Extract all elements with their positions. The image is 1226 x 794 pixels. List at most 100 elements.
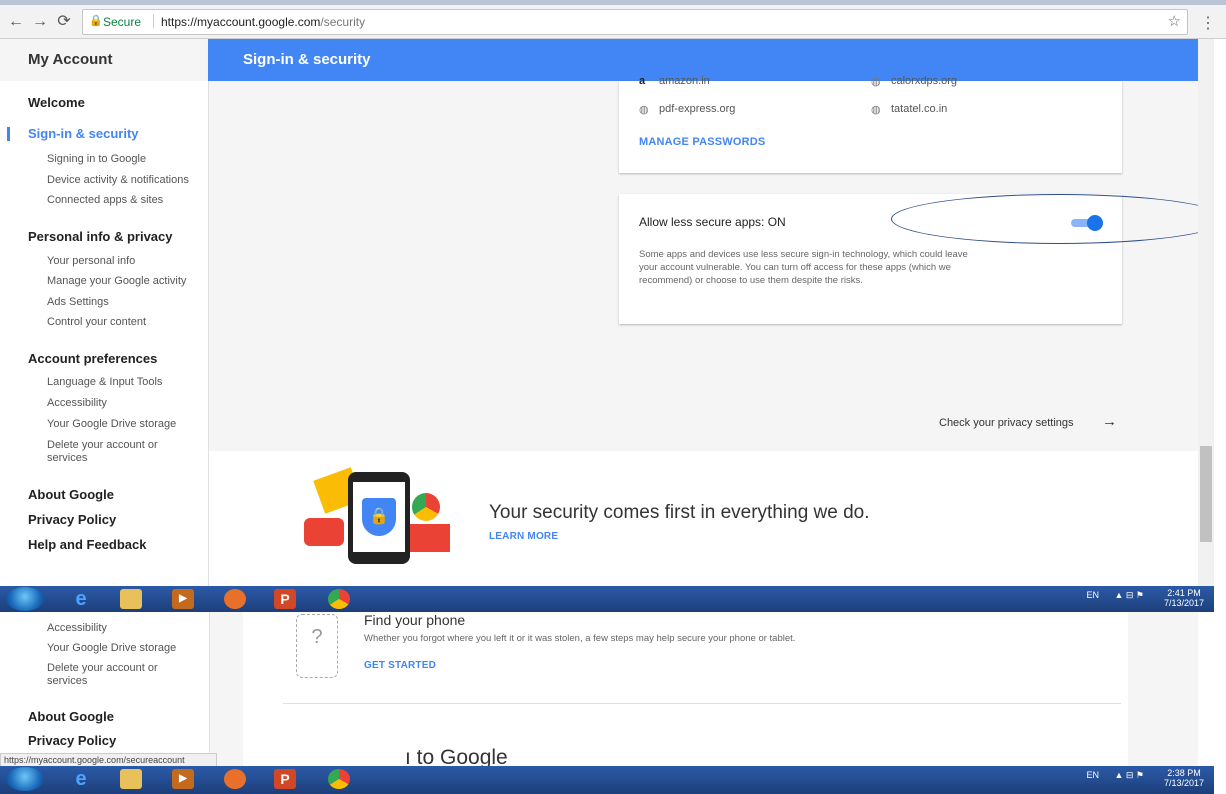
tray-icons[interactable]: ▲ ⊟ ⚑ <box>1114 590 1144 601</box>
arrow-right-icon[interactable]: → <box>1102 413 1117 430</box>
saved-passwords-card: a amazon.in ◍ calorxdps.org ◍ pdf-expres… <box>619 75 1122 173</box>
sidebar-subitem[interactable]: Your Google Drive storage <box>47 418 176 430</box>
sidebar-subitem[interactable]: Ads Settings <box>47 296 109 308</box>
secure-label: Secure <box>103 15 142 29</box>
banner-headline: Your security comes first in everything … <box>489 502 870 523</box>
scrollbar-thumb[interactable] <box>1200 446 1212 542</box>
annotation-ellipse <box>891 194 1226 244</box>
sidebar-item-signin-security[interactable]: Sign-in & security <box>28 126 139 141</box>
system-clock[interactable]: 2:41 PM 7/13/2017 <box>1164 588 1204 608</box>
active-indicator <box>7 127 10 141</box>
sidebar-subitem[interactable]: Signing in to Google <box>47 153 146 165</box>
youtube-icon <box>304 518 344 546</box>
clock-time: 2:38 PM <box>1167 768 1201 778</box>
firefox-icon[interactable] <box>224 589 246 609</box>
reload-icon[interactable]: ⟳ <box>54 12 74 32</box>
divider <box>153 14 154 28</box>
sidebar-subitem[interactable]: Accessibility <box>47 622 107 634</box>
clock-date: 7/13/2017 <box>1163 778 1204 788</box>
tray-icons[interactable]: ▲ ⊟ ⚑ <box>1114 770 1144 781</box>
phone-placeholder-icon: ? <box>296 614 338 678</box>
sidebar-subitem[interactable]: Connected apps & sites <box>47 194 163 206</box>
clock-time: 2:41 PM <box>1167 588 1201 598</box>
right-margin <box>1214 39 1226 794</box>
sidebar-item-account-preferences[interactable]: Account preferences <box>28 351 157 366</box>
windows-taskbar: e ▶ P EN ▲ ⊟ ⚑ 2:41 PM 7/13/2017 <box>0 586 1214 612</box>
security-illustration: 🔒 <box>300 467 460 568</box>
windows-taskbar-bottom: e ▶ P EN ▲ ⊟ ⚑ 2:38 PM 7/13/2017 <box>0 766 1214 794</box>
url-path: /security <box>320 15 366 29</box>
sidebar-item-help[interactable]: Help and Feedback <box>28 537 146 552</box>
sidebar-subitem[interactable]: Device activity & notifications <box>47 174 189 186</box>
system-clock[interactable]: 2:38 PM 7/13/2017 <box>1164 768 1204 788</box>
less-secure-desc: your account vulnerable. You can turn of… <box>639 262 951 273</box>
gmail-icon <box>408 524 450 552</box>
sidebar-item-privacy[interactable]: Privacy Policy <box>28 733 116 748</box>
get-started-link[interactable]: GET STARTED <box>364 660 436 671</box>
sidebar-subitem[interactable]: Manage your Google activity <box>47 275 186 287</box>
less-secure-title: Allow less secure apps: ON <box>639 215 786 229</box>
sidebar <box>0 39 209 586</box>
language-indicator[interactable]: EN <box>1086 590 1099 600</box>
site-item: amazon.in <box>659 75 710 87</box>
sidebar-subitem[interactable]: Accessibility <box>47 397 107 409</box>
ie-icon[interactable]: e <box>70 769 92 789</box>
powerpoint-icon[interactable]: P <box>274 589 296 609</box>
less-secure-desc: recommend) or choose to use them despite… <box>639 275 863 286</box>
firefox-icon[interactable] <box>224 769 246 789</box>
sidebar-subitem[interactable]: Your personal info <box>47 255 135 267</box>
start-button[interactable] <box>6 767 44 791</box>
amazon-icon: a <box>639 75 646 87</box>
find-phone-card: ? Find your phone Whether you forgot whe… <box>243 612 1128 769</box>
back-icon[interactable]: ← <box>6 12 26 32</box>
sidebar-subitem[interactable]: Control your content <box>47 316 146 328</box>
shield-lock-icon: 🔒 <box>362 498 396 536</box>
divider <box>283 703 1121 704</box>
find-phone-desc: Whether you forgot where you left it or … <box>364 633 796 644</box>
site-item: calorxdps.org <box>891 75 958 87</box>
lower-sidebar: Accessibility Your Google Drive storage … <box>0 612 210 752</box>
forward-icon[interactable]: → <box>30 12 50 32</box>
sidebar-item-welcome[interactable]: Welcome <box>28 95 85 110</box>
page-title: Sign-in & security <box>243 51 371 68</box>
chrome-taskbar-icon[interactable] <box>328 589 350 609</box>
media-player-icon[interactable]: ▶ <box>172 769 194 789</box>
sidebar-subitem[interactable]: Delete your account or <box>47 439 158 451</box>
find-phone-title: Find your phone <box>364 612 466 628</box>
globe-icon: ◍ <box>639 104 649 116</box>
clock-date: 7/13/2017 <box>1163 598 1204 608</box>
lock-icon: 🔒 <box>89 15 103 27</box>
globe-icon: ◍ <box>871 104 881 116</box>
media-player-icon[interactable]: ▶ <box>172 589 194 609</box>
chrome-icon <box>412 493 440 521</box>
sidebar-item-personal-info[interactable]: Personal info & privacy <box>28 229 173 244</box>
ie-icon[interactable]: e <box>70 589 92 609</box>
sidebar-subitem[interactable]: Your Google Drive storage <box>47 642 176 654</box>
learn-more-link[interactable]: LEARN MORE <box>489 531 558 542</box>
address-bar[interactable]: 🔒 Secure https://myaccount.google.com/se… <box>82 9 1188 35</box>
sidebar-subitem[interactable]: services <box>47 452 87 464</box>
manage-passwords-link[interactable]: MANAGE PASSWORDS <box>639 136 765 148</box>
privacy-settings-link[interactable]: Check your privacy settings <box>939 417 1074 429</box>
sidebar-subitem[interactable]: Delete your account or <box>47 662 158 674</box>
chrome-taskbar-icon[interactable] <box>328 769 350 789</box>
browser-menu-icon[interactable]: ⋮ <box>1200 13 1216 33</box>
browser-toolbar: ← → ⟳ 🔒 Secure https://myaccount.google.… <box>0 5 1226 39</box>
explorer-icon[interactable] <box>120 769 142 789</box>
site-item: pdf-express.org <box>659 103 736 115</box>
app-brand: My Account <box>0 39 208 81</box>
sidebar-subitem[interactable]: Language & Input Tools <box>47 376 162 388</box>
language-indicator[interactable]: EN <box>1086 770 1099 780</box>
sidebar-subitem[interactable]: services <box>47 675 87 687</box>
explorer-icon[interactable] <box>120 589 142 609</box>
phone-icon: 🔒 <box>348 472 410 564</box>
powerpoint-icon[interactable]: P <box>274 769 296 789</box>
sidebar-item-about[interactable]: About Google <box>28 487 114 502</box>
less-secure-desc: Some apps and devices use less secure si… <box>639 249 968 260</box>
bookmark-star-icon[interactable]: ☆ <box>1168 12 1181 30</box>
sidebar-item-about[interactable]: About Google <box>28 709 114 724</box>
url-host: https://myaccount.google.com <box>161 15 321 29</box>
start-button[interactable] <box>6 587 44 611</box>
sidebar-item-privacy[interactable]: Privacy Policy <box>28 512 116 527</box>
globe-icon: ◍ <box>871 76 881 88</box>
